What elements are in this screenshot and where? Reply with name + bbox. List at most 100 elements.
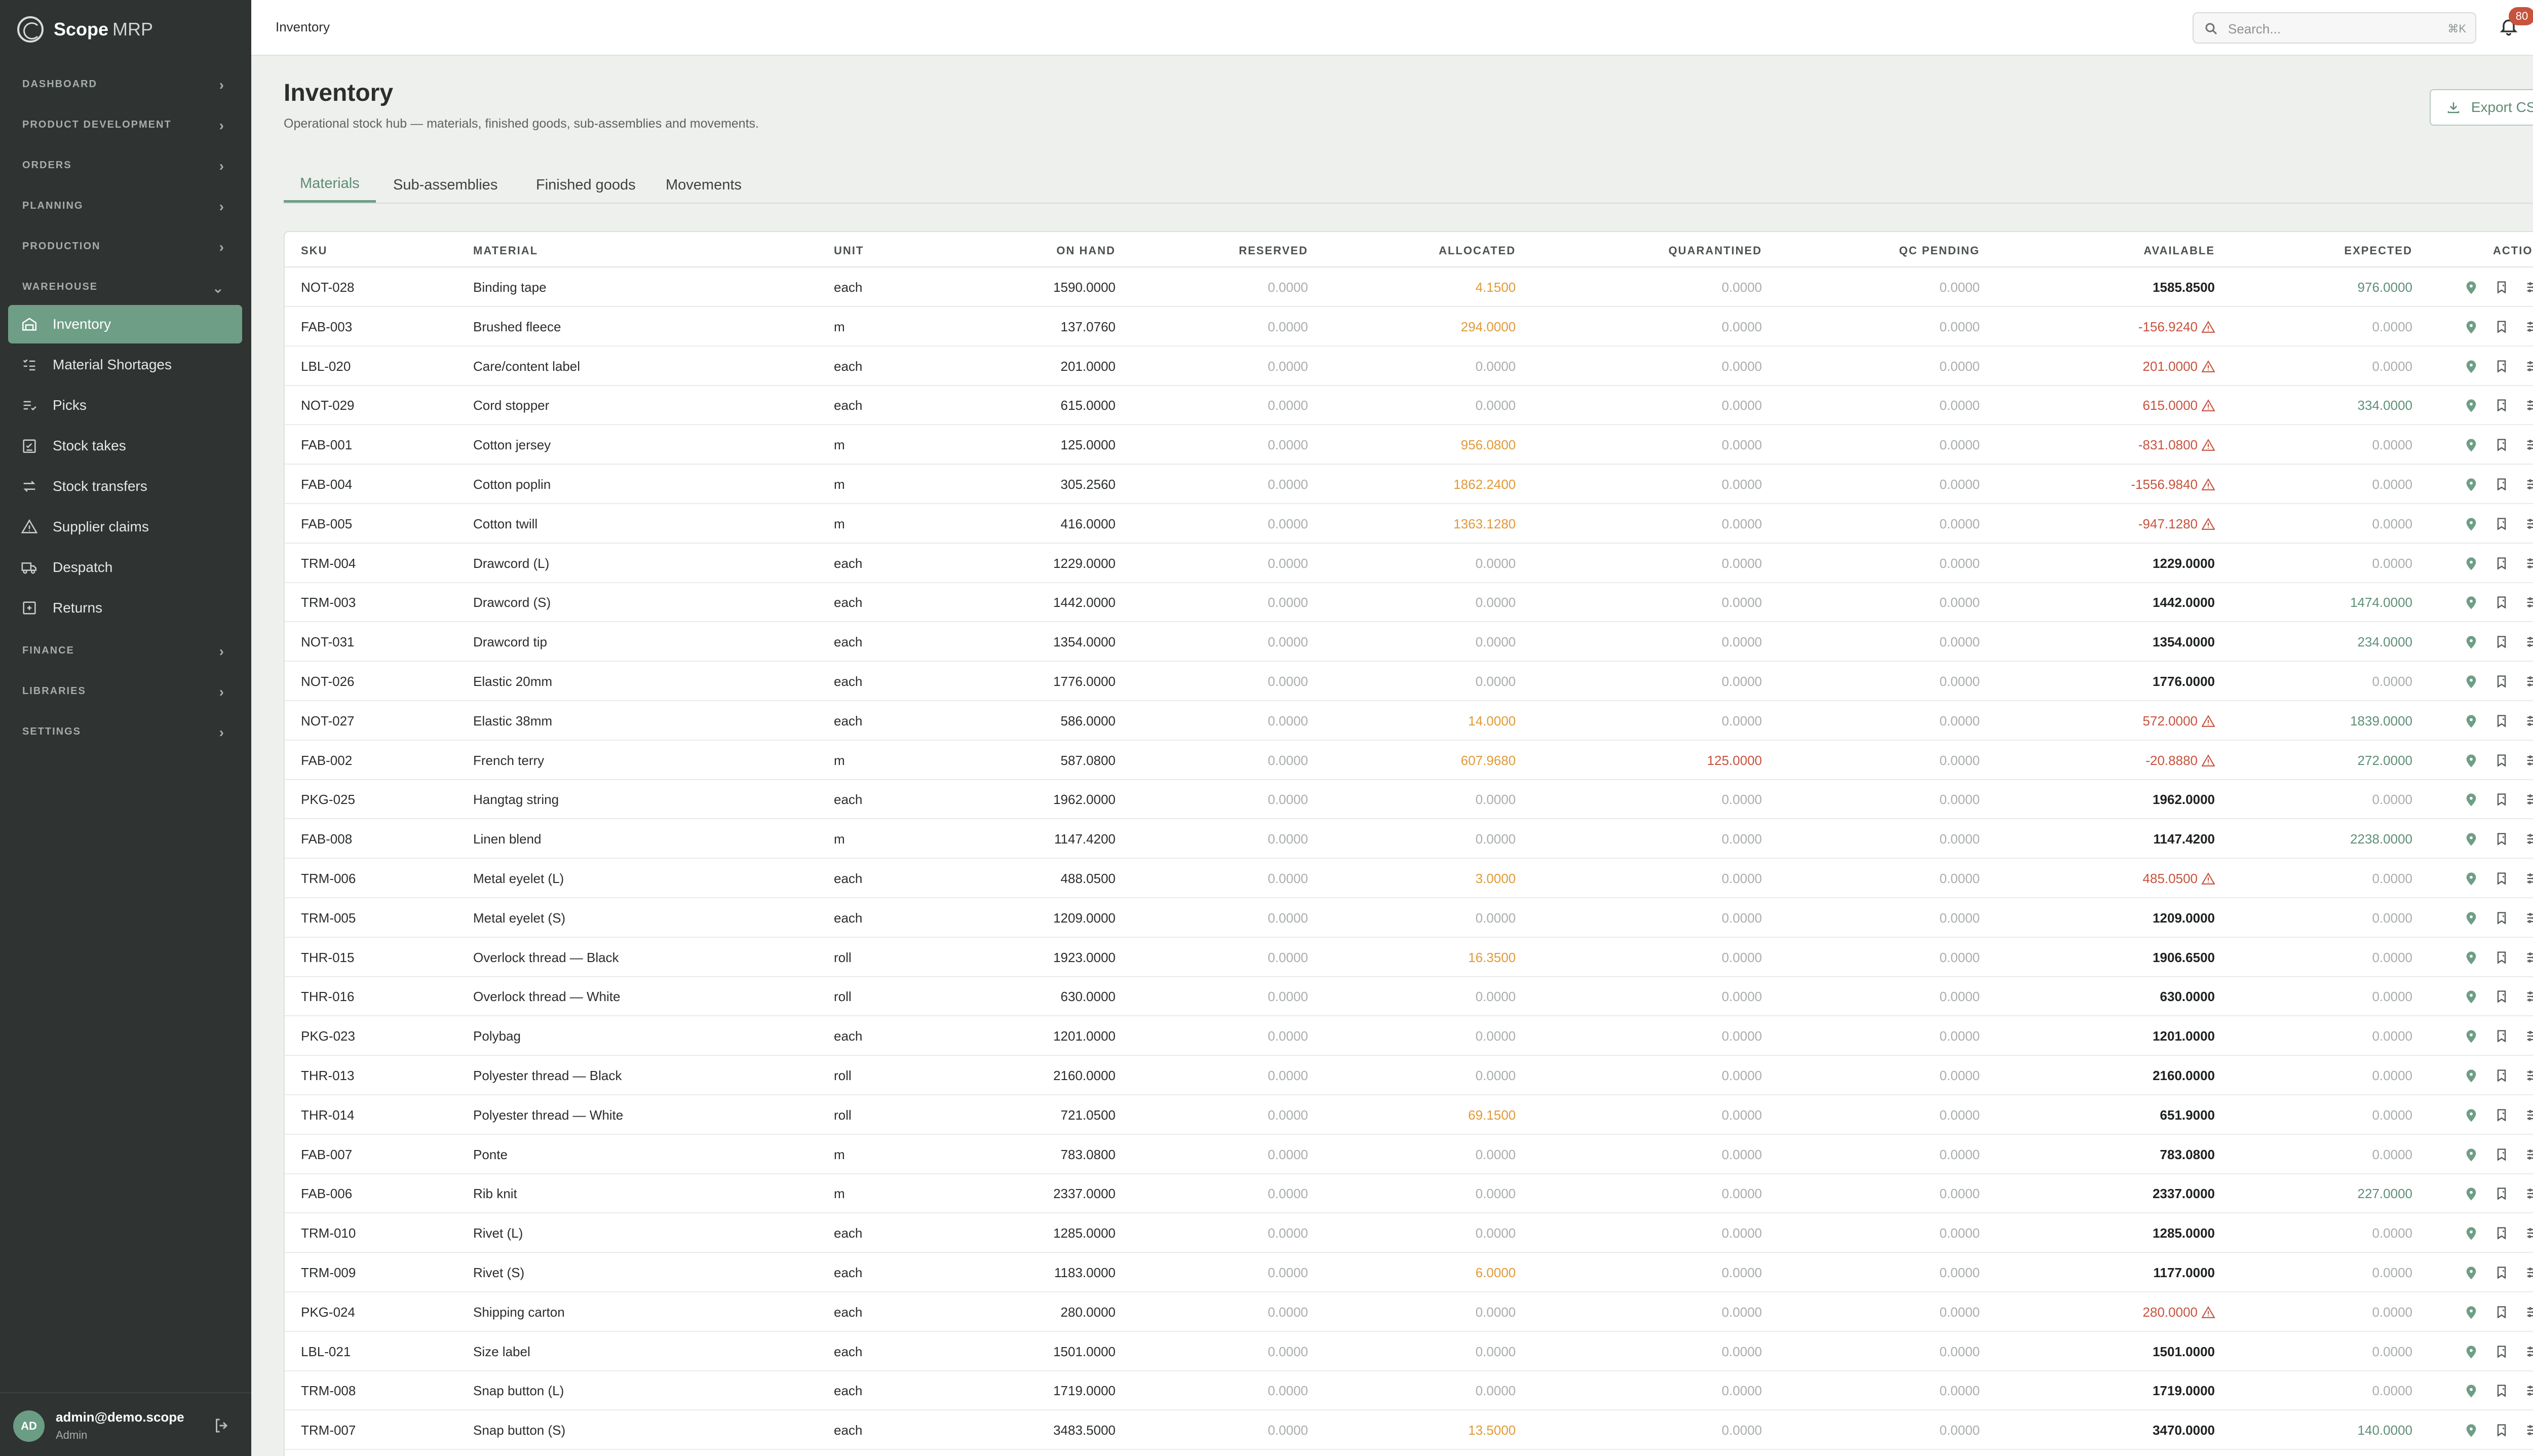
bookmark-icon[interactable] bbox=[2494, 1226, 2509, 1240]
location-pin-icon[interactable] bbox=[2464, 359, 2478, 373]
location-pin-icon[interactable] bbox=[2464, 398, 2478, 412]
sidebar-item-picks[interactable]: Picks bbox=[8, 386, 242, 425]
nav-section-dashboard[interactable]: DASHBOARD › bbox=[0, 70, 251, 98]
breadcrumb[interactable]: Inventory bbox=[276, 19, 330, 35]
adjust-sliders-icon[interactable] bbox=[2525, 1266, 2533, 1280]
bookmark-icon[interactable] bbox=[2494, 911, 2509, 925]
location-pin-icon[interactable] bbox=[2464, 1029, 2478, 1043]
bookmark-icon[interactable] bbox=[2494, 950, 2509, 965]
location-pin-icon[interactable] bbox=[2464, 1226, 2478, 1240]
location-pin-icon[interactable] bbox=[2464, 635, 2478, 649]
table-row[interactable]: TRM-010 Rivet (L) each 1285.0000 0.0000 0.000… bbox=[285, 1213, 2533, 1253]
table-row[interactable]: FAB-003 Brushed fleece m 137.0760 0.0000 294.… bbox=[285, 307, 2533, 347]
bookmark-icon[interactable] bbox=[2494, 989, 2509, 1004]
nav-section-product-development[interactable]: PRODUCT DEVELOPMENT › bbox=[0, 110, 251, 139]
sidebar-item-returns[interactable]: Returns bbox=[8, 589, 242, 627]
column-header-qc-pending[interactable]: QC PENDING bbox=[1899, 244, 1980, 257]
column-header-available[interactable]: AVAILABLE bbox=[2143, 244, 2215, 257]
table-row[interactable]: NOT-027 Elastic 38mm each 586.0000 0.0000 14.… bbox=[285, 701, 2533, 741]
adjust-sliders-icon[interactable] bbox=[2525, 1108, 2533, 1122]
bookmark-icon[interactable] bbox=[2494, 595, 2509, 609]
location-pin-icon[interactable] bbox=[2464, 1108, 2478, 1122]
adjust-sliders-icon[interactable] bbox=[2525, 1305, 2533, 1319]
table-row[interactable]: FAB-001 Cotton jersey m 125.0000 0.0000 956.0… bbox=[285, 425, 2533, 465]
adjust-sliders-icon[interactable] bbox=[2525, 1384, 2533, 1398]
table-row[interactable]: NOT-029 Cord stopper each 615.0000 0.0000 0.0… bbox=[285, 386, 2533, 426]
location-pin-icon[interactable] bbox=[2464, 438, 2478, 452]
table-row[interactable]: NOT-031 Drawcord tip each 1354.0000 0.0000 0.… bbox=[285, 622, 2533, 662]
sidebar-item-material-shortages[interactable]: Material Shortages bbox=[8, 346, 242, 384]
location-pin-icon[interactable] bbox=[2464, 911, 2478, 925]
adjust-sliders-icon[interactable] bbox=[2525, 280, 2533, 294]
nav-section-finance[interactable]: FINANCE › bbox=[0, 636, 251, 665]
location-pin-icon[interactable] bbox=[2464, 674, 2478, 688]
location-pin-icon[interactable] bbox=[2464, 280, 2478, 294]
column-header-allocated[interactable]: ALLOCATED bbox=[1439, 244, 1516, 257]
adjust-sliders-icon[interactable] bbox=[2525, 1345, 2533, 1359]
table-row[interactable]: THR-015 Overlock thread — Black roll 1923.0… bbox=[285, 938, 2533, 977]
bookmark-icon[interactable] bbox=[2494, 477, 2509, 491]
location-pin-icon[interactable] bbox=[2464, 320, 2478, 334]
nav-section-settings[interactable]: SETTINGS › bbox=[0, 717, 251, 746]
table-row[interactable]: TRM-006 Metal eyelet (L) each 488.0500 0.000… bbox=[285, 859, 2533, 898]
table-row[interactable]: FAB-002 French terry m 587.0800 0.0000 607.96… bbox=[285, 741, 2533, 780]
table-row[interactable]: TRM-009 Rivet (S) each 1183.0000 0.0000 6.000… bbox=[285, 1253, 2533, 1292]
adjust-sliders-icon[interactable] bbox=[2525, 1029, 2533, 1043]
bookmark-icon[interactable] bbox=[2494, 398, 2509, 412]
adjust-sliders-icon[interactable] bbox=[2525, 871, 2533, 886]
table-row[interactable]: LBL-021 Size label each 1501.0000 0.0000 0.00… bbox=[285, 1332, 2533, 1371]
table-row[interactable]: FAB-008 Linen blend m 1147.4200 0.0000 0.0000… bbox=[285, 819, 2533, 859]
bookmark-icon[interactable] bbox=[2494, 1186, 2509, 1201]
location-pin-icon[interactable] bbox=[2464, 1266, 2478, 1280]
logout-icon[interactable] bbox=[213, 1416, 231, 1435]
bookmark-icon[interactable] bbox=[2494, 1266, 2509, 1280]
location-pin-icon[interactable] bbox=[2464, 477, 2478, 491]
nav-section-warehouse[interactable]: WAREHOUSE ⌄ bbox=[0, 273, 251, 301]
adjust-sliders-icon[interactable] bbox=[2525, 635, 2533, 649]
adjust-sliders-icon[interactable] bbox=[2525, 832, 2533, 846]
adjust-sliders-icon[interactable] bbox=[2525, 320, 2533, 334]
table-row[interactable]: TRM-004 Drawcord (L) each 1229.0000 0.0000 0.… bbox=[285, 544, 2533, 583]
adjust-sliders-icon[interactable] bbox=[2525, 674, 2533, 688]
table-row[interactable]: PKG-023 Polybag each 1201.0000 0.0000 0.0000 0… bbox=[285, 1016, 2533, 1056]
location-pin-icon[interactable] bbox=[2464, 950, 2478, 965]
table-row[interactable]: TRM-008 Snap button (L) each 1719.0000 0.000… bbox=[285, 1371, 2533, 1411]
bookmark-icon[interactable] bbox=[2494, 635, 2509, 649]
bookmark-icon[interactable] bbox=[2494, 517, 2509, 531]
adjust-sliders-icon[interactable] bbox=[2525, 517, 2533, 531]
table-row[interactable]: FAB-004 Cotton poplin m 305.2560 0.0000 1862.… bbox=[285, 465, 2533, 504]
location-pin-icon[interactable] bbox=[2464, 517, 2478, 531]
adjust-sliders-icon[interactable] bbox=[2525, 989, 2533, 1004]
adjust-sliders-icon[interactable] bbox=[2525, 595, 2533, 609]
location-pin-icon[interactable] bbox=[2464, 1423, 2478, 1437]
sidebar-item-despatch[interactable]: Despatch bbox=[8, 548, 242, 587]
location-pin-icon[interactable] bbox=[2464, 1186, 2478, 1201]
sidebar-item-stock-takes[interactable]: Stock takes bbox=[8, 427, 242, 465]
column-header-unit[interactable]: UNIT bbox=[834, 244, 864, 257]
nav-section-production[interactable]: PRODUCTION › bbox=[0, 232, 251, 260]
location-pin-icon[interactable] bbox=[2464, 832, 2478, 846]
export-csv-button[interactable]: Export CSV bbox=[2430, 89, 2533, 126]
sidebar-item-stock-transfers[interactable]: Stock transfers bbox=[8, 467, 242, 506]
table-row[interactable]: FAB-007 Ponte m 783.0800 0.0000 0.0000 0.0000 0… bbox=[285, 1135, 2533, 1174]
tab-finished-goods[interactable]: Finished goods bbox=[520, 167, 652, 203]
bookmark-icon[interactable] bbox=[2494, 674, 2509, 688]
table-row[interactable]: NOT-026 Elastic 20mm each 1776.0000 0.0000 0.… bbox=[285, 662, 2533, 701]
bookmark-icon[interactable] bbox=[2494, 438, 2509, 452]
adjust-sliders-icon[interactable] bbox=[2525, 1226, 2533, 1240]
adjust-sliders-icon[interactable] bbox=[2525, 477, 2533, 491]
bookmark-icon[interactable] bbox=[2494, 1384, 2509, 1398]
table-row[interactable]: FAB-005 Cotton twill m 416.0000 0.0000 1363.1… bbox=[285, 504, 2533, 544]
sidebar-item-supplier-claims[interactable]: Supplier claims bbox=[8, 508, 242, 546]
tab-sub-assemblies[interactable]: Sub-assemblies bbox=[377, 167, 514, 203]
nav-section-orders[interactable]: ORDERS › bbox=[0, 151, 251, 179]
column-header-sku[interactable]: SKU bbox=[301, 244, 327, 257]
location-pin-icon[interactable] bbox=[2464, 871, 2478, 886]
bookmark-icon[interactable] bbox=[2494, 1029, 2509, 1043]
table-row[interactable]: NOT-028 Binding tape each 1590.0000 0.0000 4.… bbox=[285, 267, 2533, 307]
bookmark-icon[interactable] bbox=[2494, 1305, 2509, 1319]
location-pin-icon[interactable] bbox=[2464, 1345, 2478, 1359]
table-row[interactable]: FAB-006 Rib knit m 2337.0000 0.0000 0.0000 0.0… bbox=[285, 1174, 2533, 1214]
column-header-quarantined[interactable]: QUARANTINED bbox=[1668, 244, 1762, 257]
nav-section-planning[interactable]: PLANNING › bbox=[0, 191, 251, 220]
